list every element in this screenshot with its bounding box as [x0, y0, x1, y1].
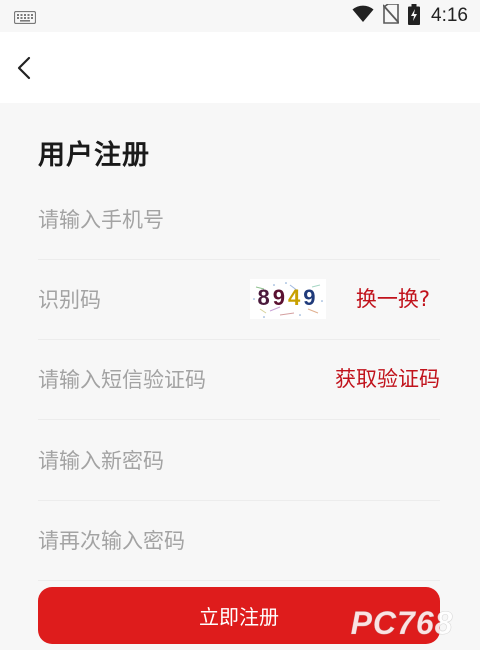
divider	[38, 419, 440, 420]
phone-field	[38, 180, 440, 260]
no-sim-icon	[382, 3, 400, 28]
sms-code-input[interactable]	[38, 340, 298, 419]
captcha-digit: 9	[273, 285, 288, 310]
divider	[38, 580, 440, 581]
wifi-icon	[352, 5, 374, 27]
back-button[interactable]	[10, 52, 38, 84]
captcha-digit: 4	[288, 285, 303, 310]
page-title: 用户注册	[38, 140, 150, 171]
keyboard-icon	[13, 9, 37, 28]
captcha-digit: 9	[303, 285, 318, 310]
captcha-refresh-link[interactable]: 换一换?	[356, 283, 430, 313]
get-sms-code-button[interactable]: 获取验证码	[335, 363, 440, 393]
captcha-text: 8949	[258, 285, 319, 310]
nav-bar	[0, 32, 480, 103]
status-time: 4:16	[431, 5, 468, 26]
sms-code-field: 获取验证码	[38, 340, 440, 420]
new-password-field	[38, 421, 440, 501]
captcha-digit: 8	[258, 285, 273, 310]
captcha-input[interactable]	[38, 260, 238, 339]
captcha-image[interactable]: 8949	[250, 279, 326, 319]
battery-charging-icon	[408, 3, 421, 29]
confirm-password-field	[38, 501, 440, 581]
confirm-password-input[interactable]	[38, 501, 318, 580]
phone-input[interactable]	[38, 180, 318, 259]
captcha-field: 8949 换一换?	[38, 260, 440, 340]
status-bar: 4:16	[0, 0, 480, 32]
chevron-left-icon	[17, 56, 31, 80]
register-screen: 4:16 用户注册 请输入手机号 识别码 8949 换一换? 请输入短信验证码 …	[0, 0, 480, 650]
new-password-input[interactable]	[38, 421, 318, 500]
register-button[interactable]: 立即注册	[38, 587, 440, 644]
